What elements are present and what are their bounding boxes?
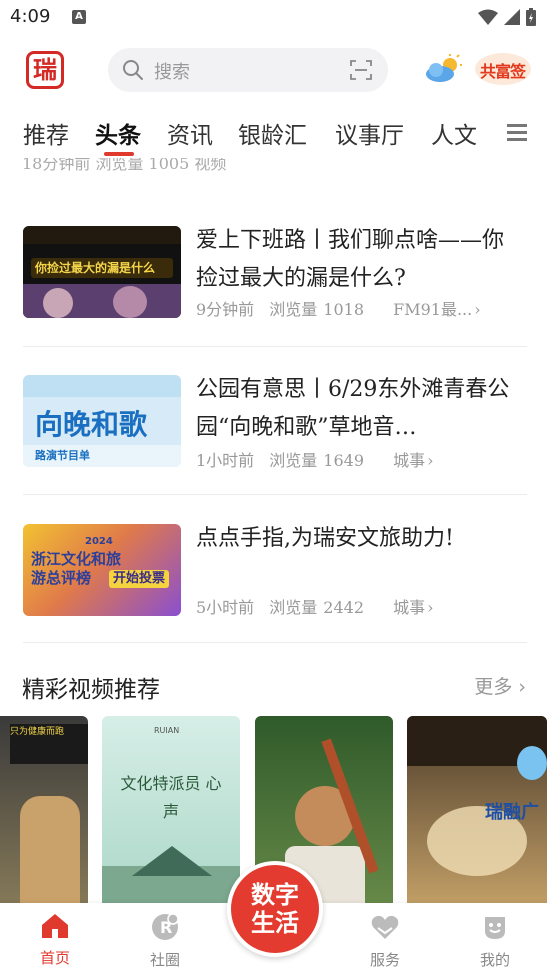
- heart-hands-icon: [371, 915, 399, 939]
- brand-badge-text: 共富签: [480, 62, 526, 81]
- article-item[interactable]: 你捡过最大的漏是什么 爱上下班路丨我们聊点啥——你捡过最大的漏是什么? 9分钟前…: [0, 226, 550, 376]
- nav-home[interactable]: 首页: [15, 913, 95, 968]
- article-views: 1649: [323, 451, 365, 470]
- article-time: 5小时前: [196, 598, 255, 617]
- video-caption: 只为健康而跑: [10, 727, 65, 737]
- active-tab-indicator: [104, 152, 134, 156]
- tab-silver-age[interactable]: 银龄汇: [238, 116, 307, 150]
- article-meta: 1小时前 浏览量 1649 城事 ›: [196, 447, 444, 471]
- article-title: 点点手指,为瑞安文旅助力!: [196, 526, 454, 551]
- chevron-right-icon: ›: [427, 598, 434, 617]
- previous-item-meta: 18分钟前 浏览量 1005 视频: [22, 158, 227, 173]
- article-source[interactable]: FM91最...: [393, 300, 472, 319]
- news-feed[interactable]: 18分钟前 浏览量 1005 视频 你捡过最大的漏是什么 爱上下班路丨我们聊点啥…: [0, 158, 550, 903]
- article-title: 公园有意思丨6/29东外滩青春公园“向晚和歌”草地音…: [196, 377, 510, 440]
- digital-life-button[interactable]: 数字生活: [227, 861, 323, 957]
- brand-badge[interactable]: 共富签: [474, 52, 532, 86]
- digital-life-label: 数字生活: [251, 881, 299, 937]
- video-subcaption: RUIAN: [154, 726, 180, 735]
- views-label: 浏览量: [269, 451, 318, 470]
- article-thumbnail: 你捡过最大的漏是什么: [23, 226, 181, 318]
- article-views: 2442: [323, 598, 365, 617]
- chevron-right-icon: ›: [474, 300, 481, 319]
- status-icons: [478, 8, 536, 26]
- article-item[interactable]: 2024 浙江文化和旅游总评榜 开始投票 点点手指,为瑞安文旅助力! 5小时前 …: [0, 524, 550, 674]
- home-icon: [42, 914, 68, 938]
- scan-icon[interactable]: [350, 60, 372, 80]
- nav-label: 我的: [479, 951, 510, 969]
- community-icon: R: [152, 913, 179, 940]
- article-meta: 5小时前 浏览量 2442 城事 ›: [196, 594, 444, 618]
- views-label: 浏览量: [269, 300, 318, 319]
- article-time: 1小时前: [196, 451, 255, 470]
- article-thumbnail: 向晚和歌 路演节目单: [23, 375, 181, 467]
- video-caption: 文化特派员 心声: [120, 774, 222, 821]
- video-card[interactable]: 只为健康而跑: [0, 716, 88, 903]
- menu-icon[interactable]: [507, 124, 527, 142]
- article-item[interactable]: 向晚和歌 路演节目单 公园有意思丨6/29东外滩青春公园“向晚和歌”草地音… 1…: [0, 375, 550, 525]
- nav-label: 首页: [39, 949, 70, 967]
- thumbnail-badge: 开始投票: [109, 570, 170, 588]
- signal-icon: [504, 9, 520, 25]
- smile-face-icon: [485, 917, 505, 939]
- status-time: 4:09: [10, 6, 51, 27]
- tab-recommend[interactable]: 推荐: [23, 116, 69, 150]
- divider: [23, 346, 527, 347]
- search-bar[interactable]: 搜索: [108, 48, 388, 92]
- app-header: 瑞 搜索 共富签: [0, 40, 550, 100]
- thumbnail-subcaption: 路演节目单: [35, 449, 90, 462]
- article-source[interactable]: 城事: [393, 451, 425, 470]
- more-link[interactable]: 更多 ›: [474, 672, 526, 699]
- divider: [23, 642, 527, 643]
- divider: [23, 494, 527, 495]
- article-time: 9分钟前: [196, 300, 255, 319]
- chevron-right-icon: ›: [427, 451, 434, 470]
- video-caption: 瑞融广: [485, 802, 539, 823]
- nav-label: 社圈: [149, 951, 180, 969]
- article-views: 1018: [323, 300, 365, 319]
- wifi-icon: [478, 9, 498, 25]
- more-link-label: 更多: [474, 676, 513, 698]
- status-bar: 4:09 A: [0, 0, 550, 36]
- video-card[interactable]: RUIAN 文化特派员 心声: [102, 716, 240, 903]
- nav-label: 服务: [369, 951, 400, 969]
- article-thumbnail: 2024 浙江文化和旅游总评榜 开始投票: [23, 524, 181, 616]
- section-title: 精彩视频推荐: [22, 677, 160, 703]
- nav-community[interactable]: R 社圈: [125, 913, 205, 970]
- search-placeholder: 搜索: [154, 62, 190, 83]
- weather-icon[interactable]: [424, 54, 464, 84]
- nav-services[interactable]: 服务: [345, 913, 425, 970]
- search-icon: [123, 60, 143, 80]
- tab-culture[interactable]: 人文: [431, 116, 477, 150]
- article-meta: 9分钟前 浏览量 1018 FM91最... ›: [196, 296, 491, 320]
- article-source[interactable]: 城事: [393, 598, 425, 617]
- tab-headlines[interactable]: 头条: [95, 116, 141, 150]
- tab-news[interactable]: 资讯: [167, 116, 213, 150]
- thumbnail-caption: 向晚和歌: [35, 408, 148, 441]
- category-tabs: 推荐 头条 资讯 银龄汇 议事厅 人文: [0, 108, 550, 158]
- thumbnail-year: 2024: [85, 536, 113, 547]
- video-card[interactable]: 瑞融广: [407, 716, 547, 903]
- nav-profile[interactable]: 我的: [455, 913, 535, 970]
- tab-council[interactable]: 议事厅: [335, 116, 404, 150]
- views-label: 浏览量: [269, 598, 318, 617]
- notification-icon: A: [72, 10, 86, 24]
- battery-icon: [526, 8, 536, 26]
- article-title: 爱上下班路丨我们聊点啥——你捡过最大的漏是什么?: [196, 228, 505, 291]
- thumbnail-caption: 你捡过最大的漏是什么: [35, 261, 156, 275]
- app-logo: 瑞: [26, 51, 64, 89]
